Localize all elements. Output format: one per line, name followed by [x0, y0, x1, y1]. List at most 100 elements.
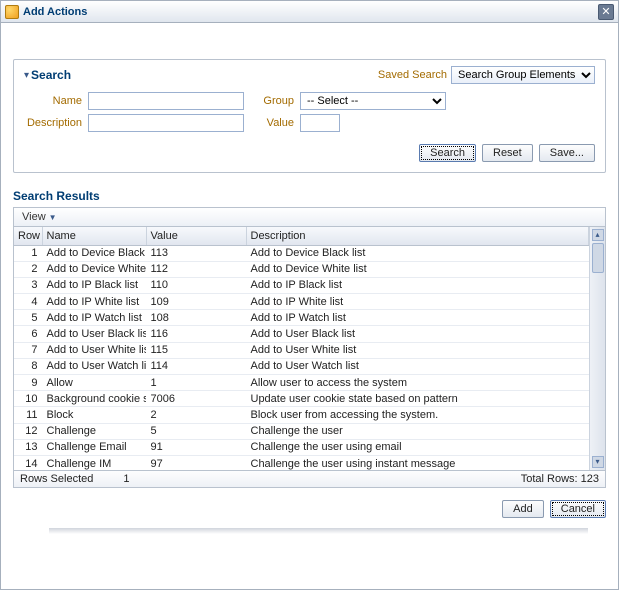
scroll-down-icon[interactable]: ▾	[592, 456, 604, 468]
search-panel: ▾ Search Saved Search Search Group Eleme…	[13, 59, 606, 173]
table-row[interactable]: 6Add to User Black list116Add to User Bl…	[14, 326, 589, 342]
cell-value: 113	[146, 245, 246, 261]
cell-name: Challenge IM	[42, 455, 146, 470]
cell-name: Add to IP Watch list	[42, 310, 146, 326]
search-panel-title: Search	[31, 68, 71, 82]
cell-row: 13	[14, 439, 42, 455]
results-title: Search Results	[13, 189, 606, 203]
cell-name: Add to User White list	[42, 342, 146, 358]
cell-row: 7	[14, 342, 42, 358]
cell-description: Add to Device White list	[246, 261, 589, 277]
cell-description: Add to User Black list	[246, 326, 589, 342]
search-button[interactable]: Search	[419, 144, 476, 162]
cell-value: 7006	[146, 391, 246, 407]
cell-row: 11	[14, 407, 42, 423]
col-header-value[interactable]: Value	[146, 227, 246, 245]
label-group: Group	[254, 95, 294, 107]
cell-description: Allow user to access the system	[246, 375, 589, 391]
cell-value: 114	[146, 358, 246, 374]
table-row[interactable]: 9Allow1Allow user to access the system	[14, 375, 589, 391]
table-row[interactable]: 2Add to Device White list112Add to Devic…	[14, 261, 589, 277]
table-row[interactable]: 5Add to IP Watch list108Add to IP Watch …	[14, 310, 589, 326]
cancel-button[interactable]: Cancel	[550, 500, 606, 518]
cell-description: Block user from accessing the system.	[246, 407, 589, 423]
cell-value: 115	[146, 342, 246, 358]
table-row[interactable]: 13Challenge Email91Challenge the user us…	[14, 439, 589, 455]
cell-row: 8	[14, 358, 42, 374]
status-bar: Rows Selected 1 Total Rows: 123	[13, 471, 606, 488]
scroll-thumb[interactable]	[592, 243, 604, 273]
window-title: Add Actions	[23, 6, 87, 18]
chevron-down-icon: ▾	[24, 70, 29, 81]
cell-name: Challenge	[42, 423, 146, 439]
menu-down-icon: ▼	[49, 213, 57, 222]
cell-name: Background cookie state	[42, 391, 146, 407]
table-row[interactable]: 4Add to IP White list109Add to IP White …	[14, 294, 589, 310]
cell-description: Add to User Watch list	[246, 358, 589, 374]
cell-row: 14	[14, 455, 42, 470]
label-name: Name	[24, 95, 82, 107]
cell-description: Update user cookie state based on patter…	[246, 391, 589, 407]
cell-value: 110	[146, 277, 246, 293]
cell-value: 91	[146, 439, 246, 455]
results-table: Row Name Value Description 1Add to Devic…	[14, 227, 589, 470]
cell-row: 12	[14, 423, 42, 439]
total-rows-value: 123	[581, 473, 599, 485]
close-icon[interactable]: ✕	[598, 4, 614, 20]
cell-row: 1	[14, 245, 42, 261]
saved-search-label: Saved Search	[378, 69, 447, 81]
cell-value: 1	[146, 375, 246, 391]
rows-selected-label: Rows Selected	[20, 473, 93, 485]
table-row[interactable]: 1Add to Device Black list113Add to Devic…	[14, 245, 589, 261]
shadow	[49, 528, 588, 534]
cell-value: 112	[146, 261, 246, 277]
col-header-row[interactable]: Row	[14, 227, 42, 245]
table-row[interactable]: 7Add to User White list115Add to User Wh…	[14, 342, 589, 358]
view-label: View	[22, 211, 46, 223]
total-rows-label: Total Rows:	[521, 473, 578, 485]
cell-row: 2	[14, 261, 42, 277]
cell-name: Add to Device White list	[42, 261, 146, 277]
saved-search-select[interactable]: Search Group Elements	[451, 66, 595, 84]
cell-description: Add to IP Black list	[246, 277, 589, 293]
cell-row: 10	[14, 391, 42, 407]
cell-row: 4	[14, 294, 42, 310]
save-button[interactable]: Save...	[539, 144, 595, 162]
title-bar: Add Actions ✕	[1, 1, 618, 23]
cell-row: 3	[14, 277, 42, 293]
table-row[interactable]: 12Challenge5Challenge the user	[14, 423, 589, 439]
cell-description: Challenge the user using email	[246, 439, 589, 455]
reset-button[interactable]: Reset	[482, 144, 533, 162]
cell-description: Add to IP White list	[246, 294, 589, 310]
cell-description: Add to Device Black list	[246, 245, 589, 261]
cell-description: Challenge the user using instant message	[246, 455, 589, 470]
cell-description: Add to IP Watch list	[246, 310, 589, 326]
description-input[interactable]	[88, 114, 244, 132]
cell-name: Add to Device Black list	[42, 245, 146, 261]
table-row[interactable]: 10Background cookie state7006Update user…	[14, 391, 589, 407]
value-input[interactable]	[300, 114, 340, 132]
cell-value: 109	[146, 294, 246, 310]
table-row[interactable]: 11Block2Block user from accessing the sy…	[14, 407, 589, 423]
cell-name: Allow	[42, 375, 146, 391]
col-header-description[interactable]: Description	[246, 227, 589, 245]
group-select[interactable]: -- Select --	[300, 92, 446, 110]
name-input[interactable]	[88, 92, 244, 110]
view-menu[interactable]: View ▼	[18, 210, 61, 224]
label-value: Value	[254, 117, 294, 129]
vertical-scrollbar[interactable]: ▴ ▾	[589, 227, 605, 470]
cell-row: 5	[14, 310, 42, 326]
table-row[interactable]: 8Add to User Watch list114Add to User Wa…	[14, 358, 589, 374]
rows-selected-value: 1	[123, 473, 129, 485]
table-row[interactable]: 3Add to IP Black list110Add to IP Black …	[14, 277, 589, 293]
add-button[interactable]: Add	[502, 500, 544, 518]
scroll-up-icon[interactable]: ▴	[592, 229, 604, 241]
cell-value: 108	[146, 310, 246, 326]
search-collapse-toggle[interactable]: ▾ Search	[24, 68, 71, 82]
table-row[interactable]: 14Challenge IM97Challenge the user using…	[14, 455, 589, 470]
col-header-name[interactable]: Name	[42, 227, 146, 245]
cell-row: 6	[14, 326, 42, 342]
cell-value: 5	[146, 423, 246, 439]
cell-name: Add to IP White list	[42, 294, 146, 310]
cell-description: Add to User White list	[246, 342, 589, 358]
